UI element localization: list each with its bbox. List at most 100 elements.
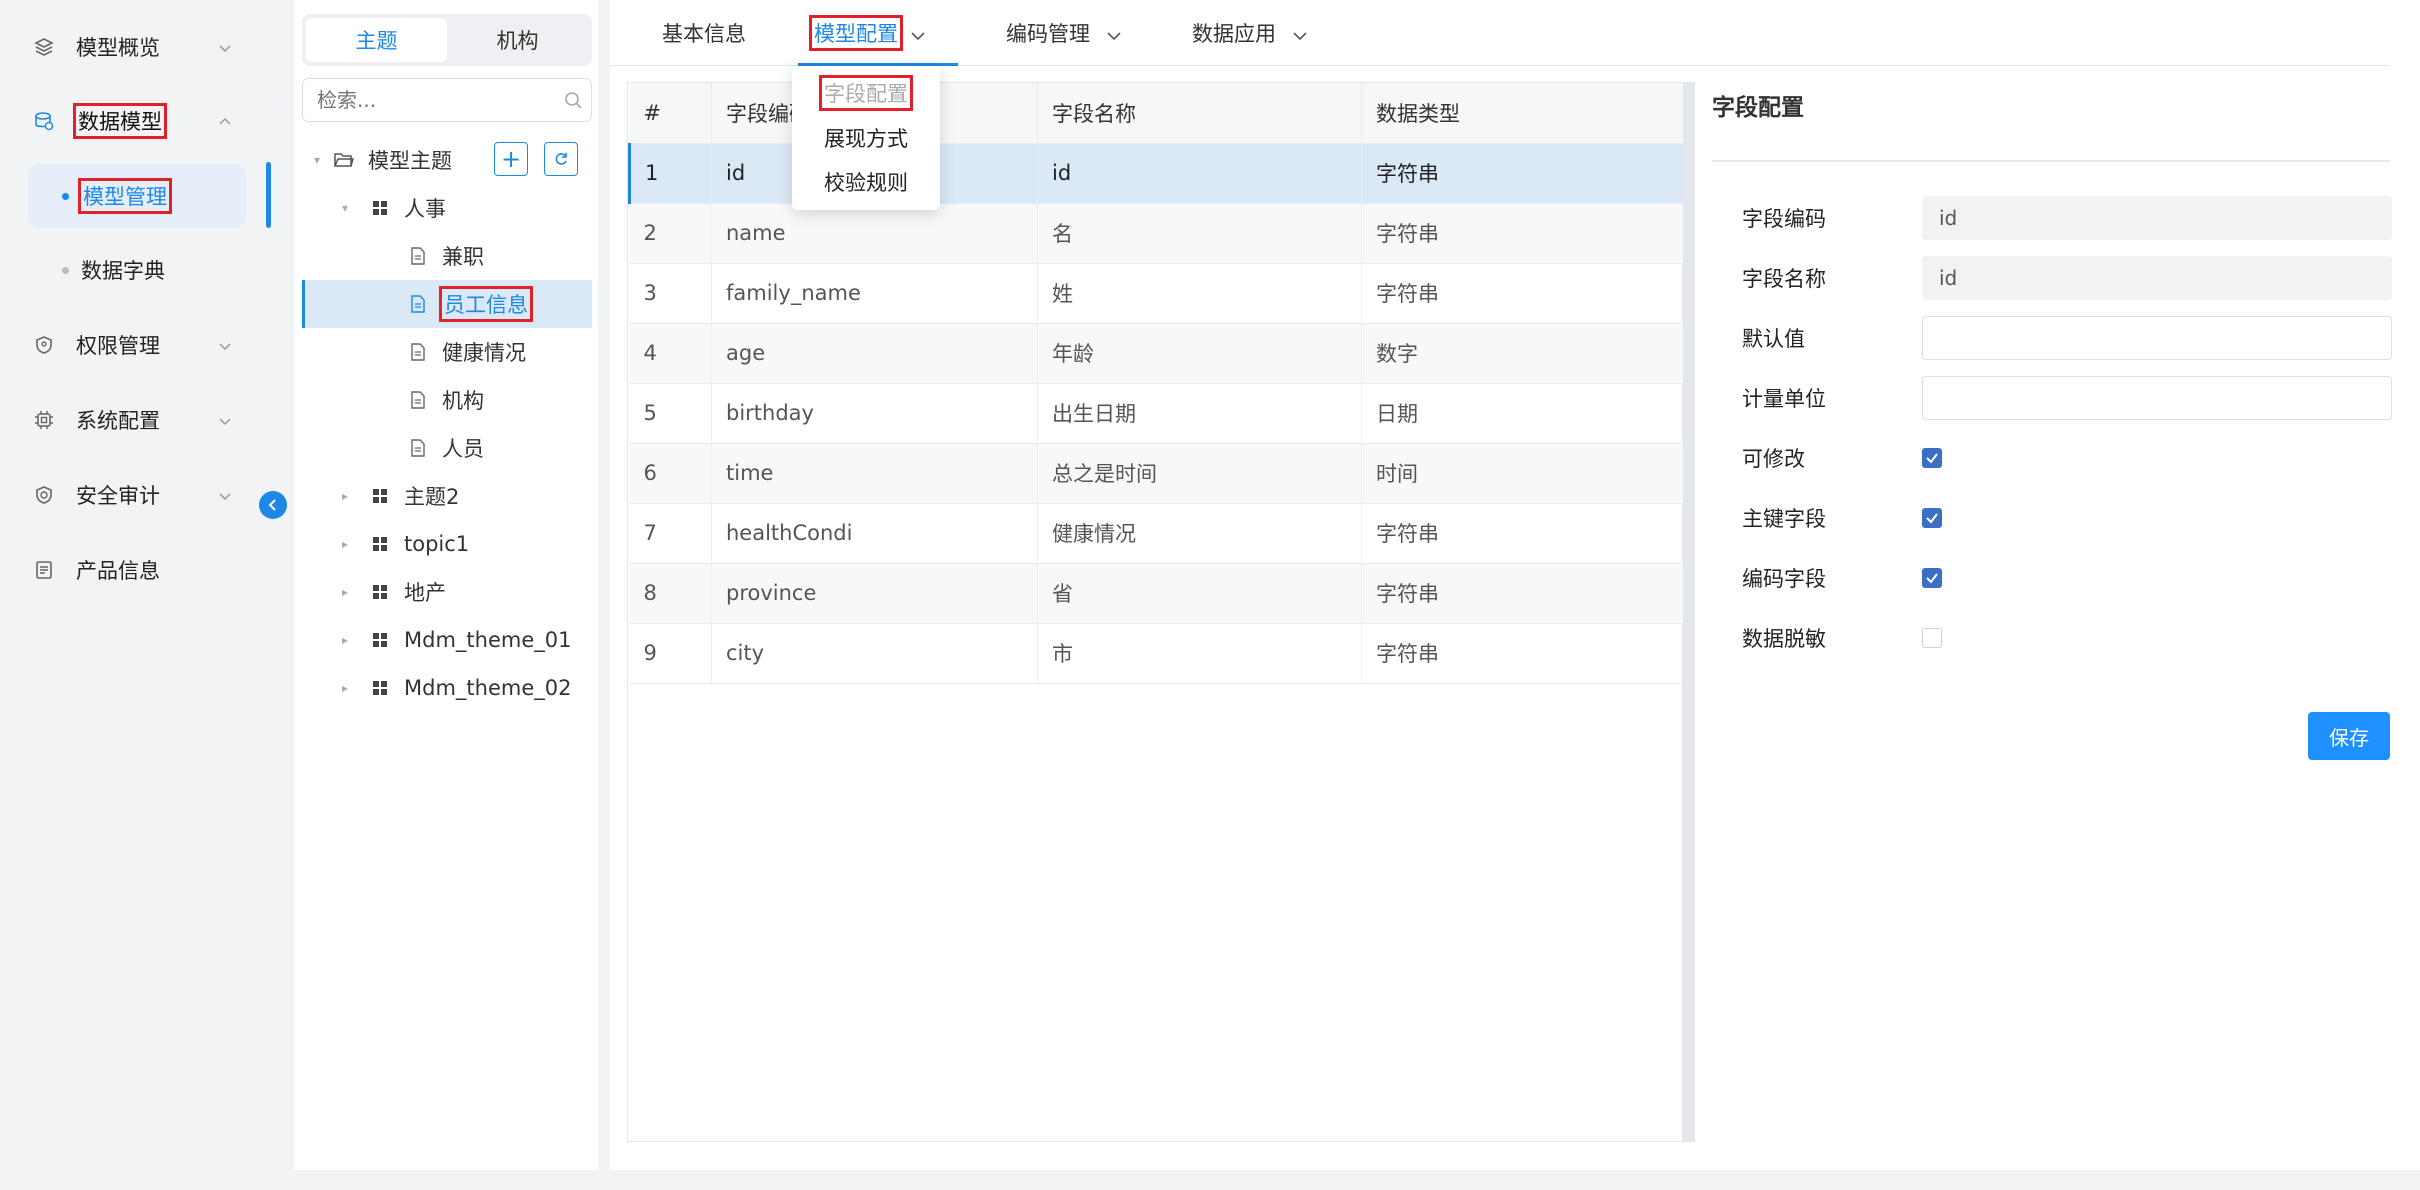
- add-node-button[interactable]: +: [494, 142, 528, 176]
- tree-node-label: 员工信息: [439, 286, 533, 322]
- table-cell: 名: [1037, 203, 1362, 264]
- menu-item-label: 校验规则: [824, 171, 908, 195]
- table-row[interactable]: 1 id id 字符串: [628, 143, 1686, 204]
- table-cell: 出生日期: [1037, 383, 1362, 444]
- nav-sub-model-management[interactable]: 模型管理: [28, 164, 246, 228]
- tree-search: [302, 78, 592, 122]
- table-cell: 总之是时间: [1037, 443, 1362, 504]
- chevron-down-icon: [218, 484, 232, 501]
- table-cell: 健康情况: [1037, 503, 1362, 564]
- caret-right-icon[interactable]: ▸: [338, 537, 352, 551]
- editable-checkbox[interactable]: [1922, 448, 1942, 468]
- tree-panel: 主题 机构 ▾ 模型主题 + ▾ 人事 兼职 员工信息 健康情况 机构 人员: [294, 0, 598, 1170]
- nav-label: 安全审计: [76, 484, 160, 508]
- nav-item-security-audit[interactable]: 安全审计: [28, 472, 246, 518]
- table-cell: 3: [629, 263, 712, 324]
- tree-node-health[interactable]: 健康情况: [302, 328, 592, 376]
- table-row[interactable]: 4 age 年龄 数字: [629, 323, 1686, 384]
- column-header-name[interactable]: 字段名称: [1037, 83, 1362, 144]
- table-row[interactable]: 9 city 市字符串: [629, 623, 1686, 684]
- checkmark-icon: [1926, 453, 1938, 464]
- caret-down-icon[interactable]: ▾: [310, 153, 324, 167]
- refresh-button[interactable]: [544, 142, 578, 176]
- table-cell: age: [711, 323, 1038, 384]
- caret-down-icon[interactable]: ▾: [338, 201, 352, 215]
- tab-code-management[interactable]: 编码管理: [1006, 16, 1122, 50]
- table-cell: 字符串: [1361, 623, 1686, 684]
- file-icon: [408, 438, 428, 458]
- primary-key-checkbox[interactable]: [1922, 508, 1942, 528]
- grid-icon: [370, 630, 390, 650]
- search-icon[interactable]: [563, 90, 583, 110]
- table-row[interactable]: 5 birthday 出生日期 日期: [629, 383, 1686, 444]
- tree-node-employee-info[interactable]: 员工信息: [302, 280, 592, 328]
- tab-data-application[interactable]: 数据应用: [1192, 16, 1308, 50]
- bullet-icon: [62, 266, 69, 274]
- segment-org[interactable]: 机构: [447, 18, 588, 62]
- tree-node-org[interactable]: 机构: [302, 376, 592, 424]
- grid-icon: [370, 678, 390, 698]
- save-button[interactable]: 保存: [2308, 712, 2390, 760]
- file-icon: [408, 390, 428, 410]
- tree-search-input[interactable]: [317, 88, 557, 112]
- nav-item-system-config[interactable]: 系统配置: [28, 397, 246, 443]
- table-row[interactable]: 6 time 总之是时间 时间: [629, 443, 1686, 504]
- table-row[interactable]: 2 name 名字符串: [629, 203, 1686, 264]
- nav-item-data-model[interactable]: 数据模型: [28, 98, 246, 144]
- table-row[interactable]: 3 family_name 姓字符串: [629, 263, 1686, 324]
- data-masking-checkbox[interactable]: [1922, 628, 1942, 648]
- tree-node-hr[interactable]: ▾ 人事: [302, 184, 592, 232]
- menu-item-validation-rules[interactable]: 校验规则: [792, 160, 940, 204]
- menu-item-display-mode[interactable]: 展现方式: [792, 116, 940, 160]
- model-config-dropdown: 字段配置 展现方式 校验规则: [792, 66, 940, 210]
- collapse-sidebar-button[interactable]: [259, 491, 287, 519]
- chevron-up-icon: [218, 110, 232, 125]
- tab-model-config[interactable]: 模型配置: [809, 15, 926, 51]
- tree-node-topic2[interactable]: ▸ 主题2: [302, 472, 592, 520]
- table-cell: 6: [629, 443, 712, 504]
- panel-splitter[interactable]: [1683, 82, 1695, 1142]
- tree-node-topic1[interactable]: ▸ topic1: [302, 520, 592, 568]
- audit-shield-icon: [32, 483, 56, 507]
- column-header-index[interactable]: #: [629, 83, 712, 144]
- tab-basic-info[interactable]: 基本信息: [662, 16, 746, 50]
- table-row[interactable]: 8 province 省字符串: [629, 563, 1686, 624]
- tree-node-staff[interactable]: 人员: [302, 424, 592, 472]
- chevron-down-icon: [218, 334, 232, 351]
- caret-right-icon[interactable]: ▸: [338, 489, 352, 503]
- unit-input[interactable]: [1922, 376, 2392, 420]
- table-cell: healthCondi: [711, 503, 1038, 564]
- field-label: 数据脱敏: [1742, 627, 1826, 651]
- nav-item-permissions[interactable]: 权限管理: [28, 322, 246, 368]
- layers-icon: [32, 35, 56, 59]
- field-label: 可修改: [1742, 447, 1805, 471]
- tab-label: 编码管理: [1006, 22, 1090, 46]
- table-cell: 年龄: [1037, 323, 1362, 384]
- nav-sub-data-dictionary[interactable]: 数据字典: [28, 238, 246, 302]
- form-row-unit: 计量单位: [1742, 376, 2392, 420]
- grid-icon: [370, 534, 390, 554]
- tree-node-mdm-theme-01[interactable]: ▸ Mdm_theme_01: [302, 616, 592, 664]
- column-header-type[interactable]: 数据类型: [1361, 83, 1686, 144]
- tree-node-realestate[interactable]: ▸ 地产: [302, 568, 592, 616]
- tree-node-label: 人员: [442, 437, 484, 461]
- caret-right-icon[interactable]: ▸: [338, 681, 352, 695]
- nav-item-model-overview[interactable]: 模型概览: [28, 24, 246, 70]
- segment-topic[interactable]: 主题: [306, 18, 447, 62]
- field-name-input[interactable]: [1922, 256, 2392, 300]
- table-row[interactable]: 7 healthCondi 健康情况 字符串: [629, 503, 1686, 564]
- code-field-checkbox[interactable]: [1922, 568, 1942, 588]
- tree-node-parttime[interactable]: 兼职: [302, 232, 592, 280]
- caret-right-icon[interactable]: ▸: [338, 585, 352, 599]
- nav-item-product-info[interactable]: 产品信息: [28, 547, 246, 593]
- tree-node-mdm-theme-02[interactable]: ▸ Mdm_theme_02: [302, 664, 592, 712]
- menu-item-field-config[interactable]: 字段配置: [792, 71, 940, 115]
- caret-right-icon[interactable]: ▸: [338, 633, 352, 647]
- form-row-field-name: 字段名称: [1742, 256, 2392, 300]
- tree-node-label: 地产: [404, 581, 446, 605]
- table-cell: 姓: [1037, 263, 1362, 324]
- default-value-input[interactable]: [1922, 316, 2392, 360]
- tab-label: 数据应用: [1192, 22, 1276, 46]
- field-code-input[interactable]: [1922, 196, 2392, 240]
- tree-node-label: 兼职: [442, 245, 484, 269]
